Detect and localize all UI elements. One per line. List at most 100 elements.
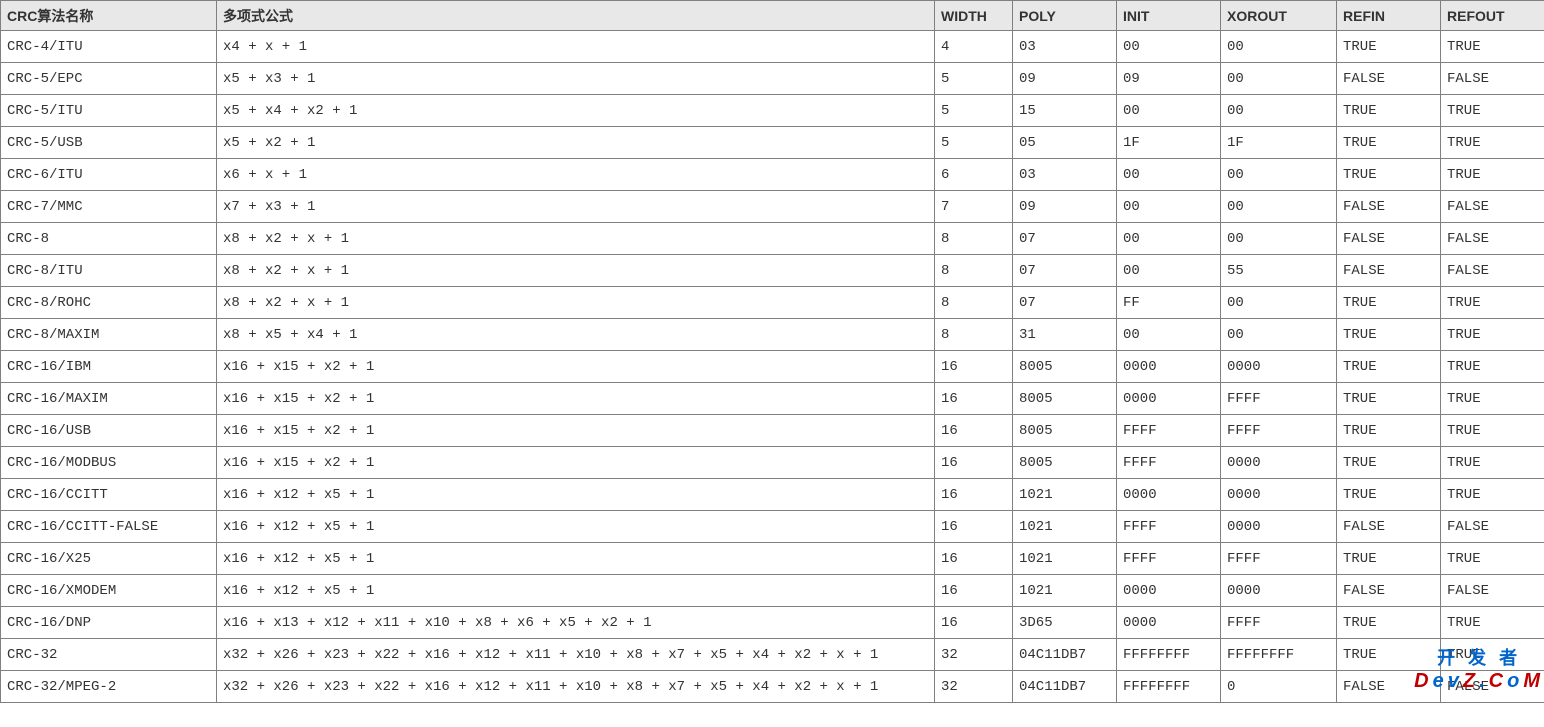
cell-name: CRC-8/ITU [1, 255, 217, 287]
table-row: CRC-16/CCITTx16 + x12 + x5 + 11610210000… [1, 479, 1544, 511]
cell-xorout: FFFF [1221, 383, 1337, 415]
cell-init: FFFF [1117, 415, 1221, 447]
cell-poly: 09 [1013, 63, 1117, 95]
cell-xorout: 00 [1221, 63, 1337, 95]
cell-refin: TRUE [1337, 447, 1441, 479]
cell-xorout: 00 [1221, 95, 1337, 127]
cell-formula: x8 + x5 + x4 + 1 [217, 319, 935, 351]
cell-width: 6 [935, 159, 1013, 191]
cell-name: CRC-5/USB [1, 127, 217, 159]
cell-formula: x6 + x + 1 [217, 159, 935, 191]
cell-formula: x32 + x26 + x23 + x22 + x16 + x12 + x11 … [217, 639, 935, 671]
cell-xorout: 55 [1221, 255, 1337, 287]
header-init: INIT [1117, 1, 1221, 31]
table-row: CRC-16/MODBUSx16 + x15 + x2 + 1168005FFF… [1, 447, 1544, 479]
cell-xorout: 0000 [1221, 479, 1337, 511]
cell-poly: 07 [1013, 287, 1117, 319]
table-row: CRC-8/ITUx8 + x2 + x + 18070055FALSEFALS… [1, 255, 1544, 287]
cell-refin: FALSE [1337, 223, 1441, 255]
table-row: CRC-16/CCITT-FALSEx16 + x12 + x5 + 11610… [1, 511, 1544, 543]
cell-poly: 1021 [1013, 511, 1117, 543]
cell-formula: x4 + x + 1 [217, 31, 935, 63]
header-refout: REFOUT [1441, 1, 1544, 31]
table-row: CRC-5/ITUx5 + x4 + x2 + 15150000TRUETRUE [1, 95, 1544, 127]
cell-xorout: 1F [1221, 127, 1337, 159]
cell-name: CRC-16/USB [1, 415, 217, 447]
cell-formula: x8 + x2 + x + 1 [217, 223, 935, 255]
cell-poly: 04C11DB7 [1013, 639, 1117, 671]
cell-poly: 03 [1013, 159, 1117, 191]
cell-width: 8 [935, 319, 1013, 351]
cell-formula: x16 + x12 + x5 + 1 [217, 479, 935, 511]
cell-init: 0000 [1117, 479, 1221, 511]
cell-poly: 07 [1013, 255, 1117, 287]
table-header-row: CRC算法名称 多项式公式 WIDTH POLY INIT XOROUT REF… [1, 1, 1544, 31]
cell-name: CRC-16/XMODEM [1, 575, 217, 607]
cell-width: 8 [935, 223, 1013, 255]
cell-refin: FALSE [1337, 671, 1441, 703]
cell-formula: x8 + x2 + x + 1 [217, 287, 935, 319]
cell-width: 16 [935, 543, 1013, 575]
cell-poly: 1021 [1013, 543, 1117, 575]
cell-poly: 8005 [1013, 351, 1117, 383]
header-name: CRC算法名称 [1, 1, 217, 31]
cell-formula: x8 + x2 + x + 1 [217, 255, 935, 287]
cell-xorout: 00 [1221, 319, 1337, 351]
cell-refout: TRUE [1441, 479, 1544, 511]
cell-poly: 8005 [1013, 415, 1117, 447]
cell-refin: TRUE [1337, 95, 1441, 127]
cell-name: CRC-32 [1, 639, 217, 671]
cell-width: 32 [935, 671, 1013, 703]
table-row: CRC-6/ITUx6 + x + 16030000TRUETRUE [1, 159, 1544, 191]
cell-width: 5 [935, 63, 1013, 95]
cell-xorout: FFFF [1221, 607, 1337, 639]
cell-formula: x16 + x12 + x5 + 1 [217, 511, 935, 543]
cell-name: CRC-8/MAXIM [1, 319, 217, 351]
cell-refin: TRUE [1337, 351, 1441, 383]
cell-refout: FALSE [1441, 63, 1544, 95]
cell-formula: x16 + x15 + x2 + 1 [217, 383, 935, 415]
cell-width: 16 [935, 447, 1013, 479]
cell-name: CRC-16/X25 [1, 543, 217, 575]
cell-formula: x32 + x26 + x23 + x22 + x16 + x12 + x11 … [217, 671, 935, 703]
cell-formula: x7 + x3 + 1 [217, 191, 935, 223]
cell-refin: TRUE [1337, 479, 1441, 511]
cell-name: CRC-4/ITU [1, 31, 217, 63]
table-row: CRC-16/DNPx16 + x13 + x12 + x11 + x10 + … [1, 607, 1544, 639]
header-poly: POLY [1013, 1, 1117, 31]
cell-formula: x16 + x12 + x5 + 1 [217, 575, 935, 607]
cell-poly: 15 [1013, 95, 1117, 127]
cell-poly: 05 [1013, 127, 1117, 159]
cell-name: CRC-32/MPEG-2 [1, 671, 217, 703]
cell-poly: 1021 [1013, 575, 1117, 607]
cell-refout: TRUE [1441, 127, 1544, 159]
cell-formula: x16 + x12 + x5 + 1 [217, 543, 935, 575]
cell-poly: 07 [1013, 223, 1117, 255]
cell-name: CRC-16/MAXIM [1, 383, 217, 415]
cell-refout: TRUE [1441, 351, 1544, 383]
cell-xorout: 0000 [1221, 351, 1337, 383]
cell-width: 8 [935, 255, 1013, 287]
cell-width: 16 [935, 479, 1013, 511]
table-row: CRC-16/X25x16 + x12 + x5 + 1161021FFFFFF… [1, 543, 1544, 575]
cell-refout: FALSE [1441, 255, 1544, 287]
cell-name: CRC-5/ITU [1, 95, 217, 127]
cell-width: 16 [935, 575, 1013, 607]
cell-formula: x5 + x3 + 1 [217, 63, 935, 95]
crc-table: CRC算法名称 多项式公式 WIDTH POLY INIT XOROUT REF… [0, 0, 1544, 703]
cell-refout: FALSE [1441, 511, 1544, 543]
table-row: CRC-16/IBMx16 + x15 + x2 + 1168005000000… [1, 351, 1544, 383]
cell-init: 00 [1117, 95, 1221, 127]
cell-poly: 8005 [1013, 447, 1117, 479]
cell-refout: TRUE [1441, 95, 1544, 127]
cell-name: CRC-8 [1, 223, 217, 255]
table-row: CRC-8/ROHCx8 + x2 + x + 1807FF00TRUETRUE [1, 287, 1544, 319]
cell-width: 5 [935, 95, 1013, 127]
cell-refin: FALSE [1337, 63, 1441, 95]
cell-init: 0000 [1117, 383, 1221, 415]
cell-formula: x5 + x4 + x2 + 1 [217, 95, 935, 127]
cell-xorout: FFFF [1221, 543, 1337, 575]
header-formula: 多项式公式 [217, 1, 935, 31]
table-row: CRC-16/MAXIMx16 + x15 + x2 + 11680050000… [1, 383, 1544, 415]
cell-xorout: 0000 [1221, 511, 1337, 543]
